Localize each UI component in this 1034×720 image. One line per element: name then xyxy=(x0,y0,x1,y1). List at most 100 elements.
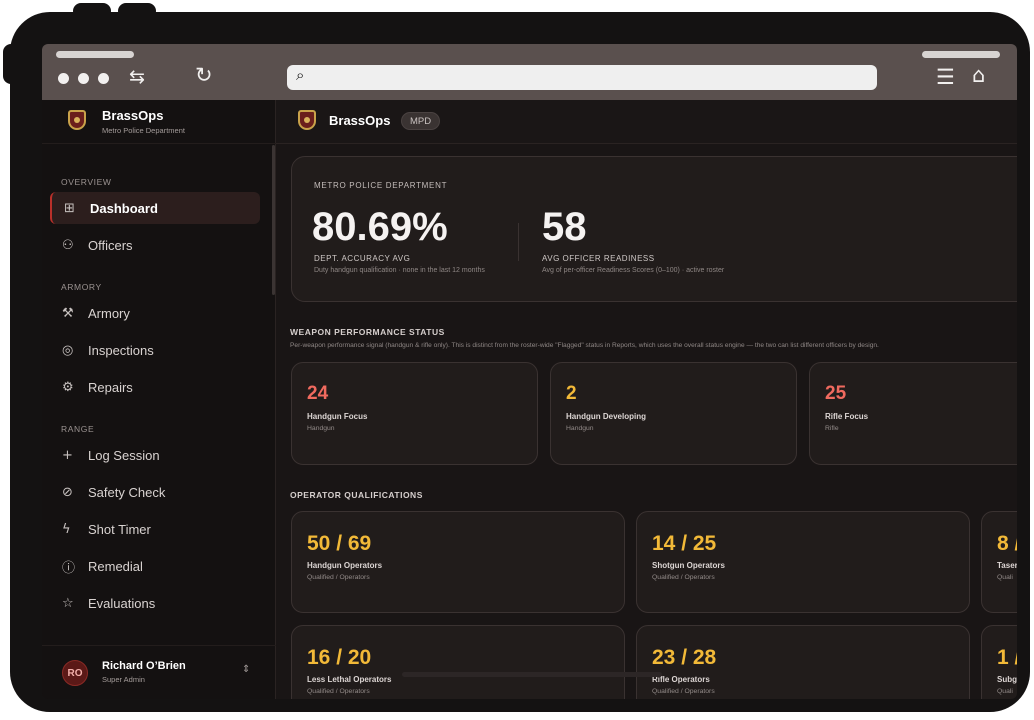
card-value: 23 / 28 xyxy=(652,646,717,669)
card-value: 25 xyxy=(825,383,847,404)
user-menu[interactable]: RO Richard O’Brien Super Admin ⇕ xyxy=(42,645,276,699)
qualifications-title: OPERATOR QUALIFICATIONS xyxy=(290,490,423,500)
accuracy-value: 80.69% xyxy=(312,205,448,249)
menu-dot-icon xyxy=(98,73,109,84)
menu-dot-icon xyxy=(58,73,69,84)
tool-icon: ⚙ xyxy=(62,379,74,395)
user-name: Richard O’Brien xyxy=(102,660,186,672)
card-sub: Qualified / Operators xyxy=(652,574,715,581)
sidebar-brand[interactable]: BrassOps Metro Police Department xyxy=(42,100,276,144)
sidebar-item-dashboard[interactable]: ⊞ Dashboard xyxy=(50,192,260,224)
avatar: RO xyxy=(62,660,88,686)
address-bar[interactable]: ⌕ xyxy=(287,65,877,90)
weapon-card-handgun-focus[interactable]: 24 Handgun Focus Handgun xyxy=(291,362,538,465)
readiness-sub: Avg of per-officer Readiness Scores (0–1… xyxy=(542,267,725,274)
card-value: 1 / xyxy=(997,646,1017,669)
card-title: Handgun Developing xyxy=(566,412,646,421)
sidebar-item-label: Inspections xyxy=(88,342,154,358)
card-title: Handgun Operators xyxy=(307,561,383,570)
search-icon: ⌕ xyxy=(296,66,305,84)
card-sub: Quali xyxy=(997,574,1013,581)
sidebar-item-safety-check[interactable]: ⊘ Safety Check xyxy=(50,476,260,508)
card-value: 24 xyxy=(307,383,329,404)
sidebar-item-label: Officers xyxy=(88,237,133,253)
weapon-card-rifle-focus[interactable]: 25 Rifle Focus Rifle xyxy=(809,362,1017,465)
sidebar: BrassOps Metro Police Department OVERVIE… xyxy=(42,100,276,699)
qual-card-less-lethal[interactable]: 16 / 20 Less Lethal Operators Qualified … xyxy=(291,625,625,699)
header: BrassOps MPD xyxy=(276,100,1017,144)
sidebar-item-armory[interactable]: ⚒ Armory xyxy=(50,297,260,329)
police-badge-logo xyxy=(298,110,316,130)
bolt-icon: ϟ xyxy=(62,521,71,537)
home-indicator[interactable] xyxy=(402,672,662,677)
screen: ⇆ ↻ ⌕ ☰ ⌂ BrassOps Metro Police Departme… xyxy=(42,44,1017,699)
card-sub: Handgun xyxy=(307,425,335,432)
qual-card-shotgun[interactable]: 14 / 25 Shotgun Operators Qualified / Op… xyxy=(636,511,970,613)
reload-icon[interactable]: ↻ xyxy=(195,65,213,86)
wrench-icon: ⚒ xyxy=(62,305,74,321)
brand-department: Metro Police Department xyxy=(102,126,185,135)
alert-circle-icon: ⓘ xyxy=(62,560,76,576)
accuracy-sub: Duty handgun qualification · none in the… xyxy=(314,267,485,274)
check-circle-icon: ⊘ xyxy=(62,484,73,500)
sidebar-item-label: Log Session xyxy=(88,447,160,463)
star-icon: ☆ xyxy=(62,595,74,611)
menu-dot-icon xyxy=(78,73,89,84)
weapon-status-description: Per-weapon performance signal (handgun &… xyxy=(290,342,879,349)
card-sub: Handgun xyxy=(566,425,594,432)
sidebar-item-remedial[interactable]: ⓘ Remedial xyxy=(50,550,260,582)
sidebar-item-log-session[interactable]: + Log Session xyxy=(50,439,260,471)
home-icon[interactable]: ⌂ xyxy=(972,65,985,86)
sidebar-item-label: Remedial xyxy=(88,558,143,574)
sidebar-item-repairs[interactable]: ⚙ Repairs xyxy=(50,371,260,403)
card-title: Less Lethal Operators xyxy=(307,675,392,684)
metric-divider xyxy=(518,223,519,261)
users-icon: ⚇ xyxy=(62,237,74,253)
qual-card-handgun[interactable]: 50 / 69 Handgun Operators Qualified / Op… xyxy=(291,511,625,613)
sidebar-item-inspections[interactable]: ◎ Inspections xyxy=(50,334,260,366)
sidebar-item-label: Shot Timer xyxy=(88,521,151,537)
tab-indicator xyxy=(56,51,134,58)
section-armory: ARMORY xyxy=(61,282,102,292)
qual-card-rifle[interactable]: 23 / 28 Rifle Operators Qualified / Oper… xyxy=(636,625,970,699)
card-value: 50 / 69 xyxy=(307,532,372,555)
card-title: Handgun Focus xyxy=(307,412,368,421)
weapon-card-handgun-developing[interactable]: 2 Handgun Developing Handgun xyxy=(550,362,797,465)
card-sub: Qualified / Operators xyxy=(307,688,370,695)
section-overview: OVERVIEW xyxy=(61,177,112,187)
chevron-updown-icon[interactable]: ⇕ xyxy=(242,665,250,675)
card-value: 16 / 20 xyxy=(307,646,372,669)
card-title: Rifle Focus xyxy=(825,412,869,421)
qual-card-subgun[interactable]: 1 / Subg Quali xyxy=(981,625,1017,699)
hero-card: METRO POLICE DEPARTMENT 80.69% DEPT. ACC… xyxy=(291,156,1017,302)
sidebar-item-label: Armory xyxy=(88,305,130,321)
user-role: Super Admin xyxy=(102,675,145,684)
grid-icon: ⊞ xyxy=(64,200,75,216)
brand-name: BrassOps xyxy=(102,108,164,123)
sidebar-item-label: Safety Check xyxy=(88,484,166,500)
police-badge-logo xyxy=(68,110,86,130)
card-title: Shotgun Operators xyxy=(652,561,725,570)
card-title: Subg xyxy=(997,675,1017,684)
sidebar-item-evaluations[interactable]: ☆ Evaluations xyxy=(50,587,260,619)
sidebar-item-officers[interactable]: ⚇ Officers xyxy=(50,229,260,261)
tablet-frame: ⇆ ↻ ⌕ ☰ ⌂ BrassOps Metro Police Departme… xyxy=(10,12,1030,712)
section-range: RANGE xyxy=(61,424,95,434)
browser-toolbar: ⇆ ↻ ⌕ ☰ ⌂ xyxy=(42,44,1017,100)
back-forward-icon[interactable]: ⇆ xyxy=(129,68,145,87)
qual-card-taser[interactable]: 8 / Taser Quali xyxy=(981,511,1017,613)
tab-indicator-right xyxy=(922,51,1000,58)
main-content: BrassOps MPD METRO POLICE DEPARTMENT 80.… xyxy=(276,100,1017,699)
card-value: 2 xyxy=(566,383,577,404)
inspect-icon: ◎ xyxy=(62,342,74,358)
sidebar-item-label: Repairs xyxy=(88,379,133,395)
sidebar-scrollbar[interactable] xyxy=(272,145,275,295)
card-sub: Rifle xyxy=(825,425,839,432)
card-value: 14 / 25 xyxy=(652,532,717,555)
sidebar-item-shot-timer[interactable]: ϟ Shot Timer xyxy=(50,513,260,545)
sidebar-item-label: Evaluations xyxy=(88,595,156,611)
readiness-label: AVG OFFICER READINESS xyxy=(542,254,655,263)
weapon-status-title: WEAPON PERFORMANCE STATUS xyxy=(290,327,445,337)
card-sub: Qualified / Operators xyxy=(307,574,370,581)
hamburger-menu-icon[interactable]: ☰ xyxy=(936,67,955,88)
